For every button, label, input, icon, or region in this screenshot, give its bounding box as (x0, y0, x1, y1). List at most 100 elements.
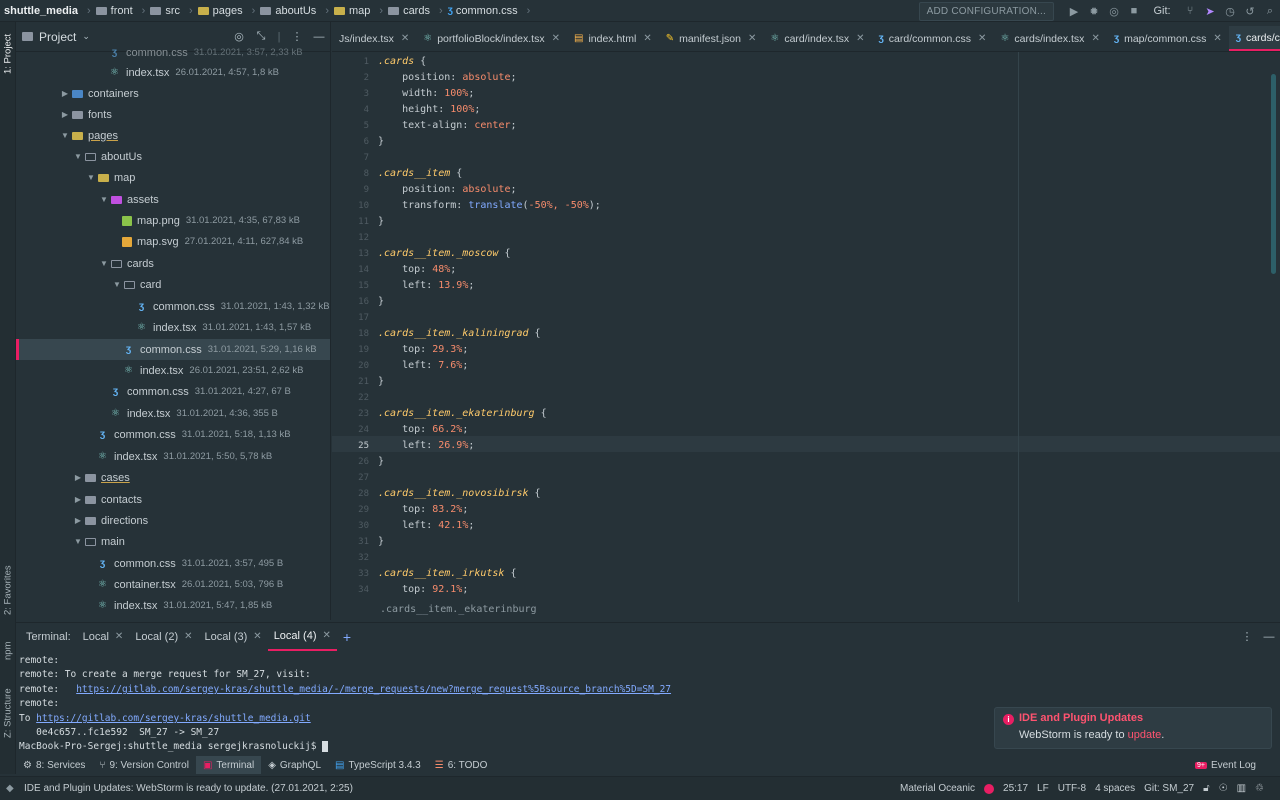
line-separator[interactable]: LF (1037, 783, 1049, 794)
tree-file-selected[interactable]: ʒ common.css 31.01.2021, 5:29, 1,16 kB (16, 339, 330, 360)
terminal-tab-active[interactable]: Local (4) ✕ (267, 623, 337, 651)
breadcrumb-aboutus[interactable]: aboutUs (260, 5, 316, 17)
theme-label[interactable]: Material Oceanic (900, 783, 975, 794)
close-icon[interactable]: ✕ (322, 630, 330, 641)
status-message[interactable]: IDE and Plugin Updates: WebStorm is read… (24, 783, 353, 794)
close-icon[interactable]: ✕ (978, 33, 986, 44)
breadcrumb-project[interactable]: shuttle_media (4, 5, 78, 17)
tree-file[interactable]: ʒ common.css 31.01.2021, 5:18, 1,13 kB (16, 424, 330, 445)
editor-tab[interactable]: ⚛ card/index.tsx ✕ (763, 26, 871, 51)
version-control-tool-button[interactable]: ⑂ 9: Version Control (92, 756, 196, 774)
memory-icon[interactable]: ▥ (1237, 783, 1246, 794)
tree-file[interactable]: map.png 31.01.2021, 4:35, 67,83 kB (16, 210, 330, 231)
tree-file[interactable]: ʒ common.css 31.01.2021, 3:57, 495 B (16, 553, 330, 574)
tree-folder[interactable]: ▼ main (16, 531, 330, 552)
tree-file[interactable]: map.svg 27.01.2021, 4:11, 627,84 kB (16, 231, 330, 252)
tree-file[interactable]: ⚛ index.tsx 26.01.2021, 23:51, 2,62 kB (16, 360, 330, 381)
tree-file[interactable]: ʒ common.css 31.01.2021, 1:43, 1,32 kB (16, 296, 330, 317)
terminal-tool-button[interactable]: ▣ Terminal (195, 756, 262, 774)
git-rollback-icon[interactable]: ↺ (1240, 5, 1260, 18)
new-terminal-icon[interactable]: + (337, 623, 357, 651)
caret-position[interactable]: 25:17 (1003, 783, 1028, 794)
tree-file[interactable]: ⚛ container.tsx 26.01.2021, 5:03, 796 B (16, 574, 330, 595)
graphql-tool-button[interactable]: ◈ GraphQL (261, 756, 328, 774)
editor-tab[interactable]: ʒ map/common.css ✕ (1107, 26, 1229, 51)
breadcrumb-file[interactable]: ʒ common.css (448, 5, 518, 17)
code-area[interactable]: .cards { position: absolute; width: 100%… (378, 52, 1278, 602)
editor-scrollbar[interactable] (1271, 74, 1276, 274)
terminal-tab[interactable]: Local (3) ✕ (199, 623, 268, 651)
tree-file[interactable]: ⚛ index.tsx 31.01.2021, 1:43, 1,57 kB (16, 317, 330, 338)
tree-folder[interactable]: ▶ containers (16, 83, 330, 104)
breadcrumb-cards[interactable]: cards (388, 5, 430, 17)
lock-icon[interactable]: 🔓︎ (1203, 783, 1209, 794)
inspection-icon[interactable]: ☉ (1219, 783, 1228, 794)
tree-folder[interactable]: ▶ contacts (16, 489, 330, 510)
tree-file[interactable]: ⚛ index.tsx 26.01.2021, 4:57, 1,8 kB (16, 62, 330, 83)
close-icon[interactable]: ✕ (184, 631, 192, 642)
tree-file[interactable]: ⚛ index.tsx 31.01.2021, 4:36, 355 B (16, 403, 330, 424)
tree-file[interactable]: ⚛ index.tsx 31.01.2021, 5:50, 5,78 kB (16, 446, 330, 467)
notifications-icon[interactable]: ♲ (1255, 783, 1264, 794)
tree-folder[interactable]: ▼ cards (16, 253, 330, 274)
tree-folder[interactable]: ▼ card (16, 274, 330, 295)
add-configuration-button[interactable]: ADD CONFIGURATION... (918, 1, 1054, 21)
indent-setting[interactable]: 4 spaces (1095, 783, 1135, 794)
merge-request-link[interactable]: https://gitlab.com/sergey-kras/shuttle_m… (76, 684, 671, 695)
breadcrumb-front[interactable]: front (95, 5, 133, 17)
close-icon[interactable]: ✕ (401, 33, 409, 44)
tree-folder[interactable]: ▼ aboutUs (16, 146, 330, 167)
close-icon[interactable]: ✕ (1213, 33, 1221, 44)
update-link[interactable]: update (1128, 729, 1162, 741)
breadcrumb-map[interactable]: map (333, 5, 370, 17)
update-notification[interactable]: i IDE and Plugin Updates WebStorm is rea… (994, 707, 1272, 749)
project-tool-tab[interactable]: 1: Project (0, 26, 16, 82)
structure-tool-tab[interactable]: Z: Structure (0, 682, 16, 744)
run-icon[interactable]: ▶ (1064, 5, 1084, 18)
file-encoding[interactable]: UTF-8 (1058, 783, 1086, 794)
editor-tab[interactable]: Js/index.tsx ✕ (332, 26, 416, 51)
terminal-tab[interactable]: Local (2) ✕ (129, 623, 198, 651)
debug-icon[interactable]: ✹ (1084, 5, 1104, 18)
terminal-prompt[interactable]: MacBook-Pro-Sergej:shuttle_media sergejk… (19, 740, 329, 754)
npm-tool-tab[interactable]: npm (0, 634, 16, 668)
close-icon[interactable]: ✕ (552, 33, 560, 44)
chevron-down-icon[interactable]: ⌄ (82, 31, 90, 42)
typescript-tool-button[interactable]: ▤ TypeScript 3.4.3 (328, 756, 428, 774)
editor-breadcrumb[interactable]: .cards__item._ekaterinburg (380, 604, 537, 615)
editor-tab-active[interactable]: ʒcards/common.css (1228, 26, 1280, 51)
close-icon[interactable]: ✕ (748, 33, 756, 44)
toggle-tool-windows-icon[interactable]: ◆ (6, 783, 14, 794)
services-tool-button[interactable]: ⚙ 8: Services (16, 756, 92, 774)
close-icon[interactable]: ✕ (115, 631, 123, 642)
tree-folder[interactable]: ▼ assets (16, 189, 330, 210)
tree-file[interactable]: ⚛ index.tsx 31.01.2021, 5:47, 1,85 kB (16, 595, 330, 616)
git-history-icon[interactable]: ◷ (1220, 5, 1240, 18)
tree-folder[interactable]: ▼ pages (16, 125, 330, 146)
close-icon[interactable]: ✕ (1091, 33, 1099, 44)
breadcrumb-pages[interactable]: pages (197, 5, 243, 17)
close-icon[interactable]: ✕ (643, 33, 651, 44)
code-editor[interactable]: 1 2 3 4 5 6 7 8 9 10 11 12 13 14 15 16 17 18 19 20 21 22 23 24 2… (332, 52, 1280, 620)
editor-tab[interactable]: ✎ manifest.json ✕ (659, 26, 764, 51)
editor-tab[interactable]: ʒ card/common.css ✕ (872, 26, 994, 51)
todo-tool-button[interactable]: ☰ 6: TODO (428, 756, 495, 774)
more-options-icon[interactable]: ⋮ (1236, 630, 1258, 643)
terminal-tab[interactable]: Local ✕ (77, 623, 130, 651)
tree-folder[interactable]: ▼ map (16, 167, 330, 188)
hide-panel-icon[interactable]: — (310, 31, 328, 43)
close-icon[interactable]: ✕ (253, 631, 261, 642)
tree-file[interactable]: ʒ common.css 31.01.2021, 3:57, 2,33 kB (16, 42, 330, 63)
tree-folder[interactable]: ▶ directions (16, 510, 330, 531)
search-everywhere-icon[interactable]: ⌕ (1260, 5, 1280, 18)
tree-folder[interactable]: ▶ cases (16, 467, 330, 488)
editor-tab[interactable]: ▤ index.html ✕ (567, 26, 659, 51)
editor-tab[interactable]: ⚛ portfolioBlock/index.tsx ✕ (416, 26, 567, 51)
git-update-icon[interactable]: ⑂ (1180, 5, 1200, 17)
event-log-button[interactable]: 9+ Event Log (1194, 756, 1256, 774)
hide-panel-icon[interactable]: — (1258, 631, 1280, 643)
breadcrumb-src[interactable]: src (150, 5, 180, 17)
tree-file[interactable]: ʒ common.css 31.01.2021, 4:27, 67 B (16, 381, 330, 402)
coverage-icon[interactable]: ◎ (1104, 5, 1124, 18)
stop-icon[interactable]: ■ (1124, 5, 1144, 17)
